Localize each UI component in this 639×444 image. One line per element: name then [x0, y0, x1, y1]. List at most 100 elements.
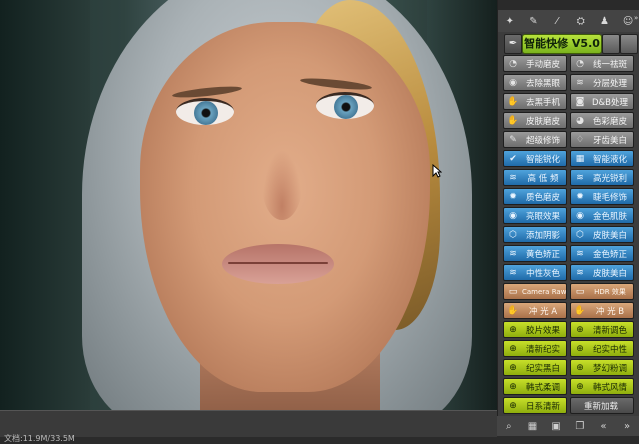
function-button[interactable]: ◔ 线一祛斑	[570, 55, 634, 72]
hand-icon: ✋	[507, 96, 519, 107]
sphere-icon-2[interactable]	[620, 34, 638, 54]
function-button[interactable]: ✹ 睫毛修饰	[570, 188, 634, 205]
eye-icon: ◉	[509, 77, 517, 88]
function-button[interactable]: ⊕ 纪实中性	[570, 340, 634, 357]
globe-icon: ⊕	[509, 381, 517, 392]
layers-icon: ≋	[509, 172, 517, 183]
function-button[interactable]: ✋ 去黑手机	[503, 93, 567, 110]
function-button[interactable]: ✹ 质色磨皮	[503, 188, 567, 205]
copy-icon[interactable]: ❐	[573, 421, 587, 432]
nose	[262, 150, 302, 220]
panel-toolbar: ✦ ✎ ⁄ ⛭ ♟ ☺	[498, 10, 639, 32]
button-label: 冲 光 A	[528, 306, 558, 317]
function-button[interactable]: ◙ D&B处理	[570, 93, 634, 110]
button-row: ≋ 中性灰色 ≋ 皮肤美白	[503, 264, 635, 282]
button-label: 去黑手机	[525, 97, 560, 108]
button-row: ⬡ 添加阴影 ⬡ 皮肤美白	[503, 226, 635, 244]
function-button[interactable]: ▭ HDR 效果	[570, 283, 634, 300]
layers-icon: ≋	[576, 248, 584, 259]
button-row: ≋ 黄色矫正 ≋ 金色矫正	[503, 245, 635, 263]
button-label: 高光锐利	[592, 173, 627, 184]
plugin-panel: ✦ ✎ ⁄ ⛭ ♟ ☺ » ✒ 智能快修 V5.0 ◔ 手动磨皮 ◔ 线一祛斑 ◉ 去除黑…	[497, 0, 639, 436]
mouse-cursor-icon	[432, 164, 442, 178]
title-button[interactable]: 智能快修 V5.0	[522, 34, 602, 54]
function-button[interactable]: ◉ 金色肌肤	[570, 207, 634, 224]
button-row: ⊕ 胶片效果 ⊕ 清新调色	[503, 321, 635, 339]
button-label: 分层处理	[592, 78, 627, 89]
function-button[interactable]: ✋ 冲 光 A	[503, 302, 567, 319]
stamp-icon[interactable]: ⛭	[574, 15, 587, 28]
person-icon[interactable]: ☺	[622, 15, 635, 28]
image-canvas[interactable]	[0, 0, 497, 410]
function-button[interactable]: ♢ 牙齿美白	[570, 131, 634, 148]
function-button[interactable]: ⬡ 皮肤美白	[570, 226, 634, 243]
globe-icon: ⊕	[509, 362, 517, 373]
function-button[interactable]: ✔ 智能锐化	[503, 150, 567, 167]
pencil-icon[interactable]: ✎	[527, 15, 540, 28]
function-button[interactable]: ≋ 分层处理	[570, 74, 634, 91]
user-icon[interactable]: ♟	[598, 15, 611, 28]
function-button[interactable]: ◉ 去除黑眼	[503, 74, 567, 91]
wand-icon[interactable]: ✦	[503, 15, 516, 28]
layers-icon: ≋	[576, 77, 584, 88]
button-label: 日系清新	[525, 401, 560, 412]
button-label: 睫毛修饰	[592, 192, 627, 203]
function-grid: ◔ 手动磨皮 ◔ 线一祛斑 ◉ 去除黑眼 ≋ 分层处理 ✋ 去黑手机 ◙ D&B处理 ✋ 皮肤磨皮 ◕ 色彩磨…	[503, 55, 635, 416]
globe-icon: ⊕	[509, 343, 517, 354]
panel-bottom-bar: ⌕ ▦ ▣ ❐ « »	[497, 416, 639, 436]
function-button[interactable]: ≋ 金色矫正	[570, 245, 634, 262]
function-button[interactable]: ⊕ 韩式风情	[570, 378, 634, 395]
function-button[interactable]: ⊕ 纪实黑白	[503, 359, 567, 376]
function-button[interactable]: ◉ 亮眼效果	[503, 207, 567, 224]
collapse-icon[interactable]: »	[634, 14, 639, 24]
grid-icon[interactable]: ▣	[549, 421, 563, 432]
button-row: ⊕ 韩式柔调 ⊕ 韩式风情	[503, 378, 635, 396]
feather-icon[interactable]: ✒	[504, 34, 522, 54]
gear-icon: ✹	[576, 191, 584, 202]
button-row: ≋ 高 低 频 ≋ 高光锐利	[503, 169, 635, 187]
function-button[interactable]: ▦ 智能液化	[570, 150, 634, 167]
globe-icon: ⊕	[576, 381, 584, 392]
function-button[interactable]: ✋ 冲 光 B	[570, 302, 634, 319]
shield-icon: ⬡	[509, 229, 517, 240]
function-button[interactable]: ⊕ 日系清新	[503, 397, 567, 414]
square-icon[interactable]: ▦	[525, 421, 539, 432]
button-label: 韩式柔调	[525, 382, 560, 393]
button-label: 智能液化	[592, 154, 627, 165]
eye-icon: ◉	[576, 210, 584, 221]
function-button[interactable]: ⬡ 添加阴影	[503, 226, 567, 243]
status-bar: 文档:11.9M/33.5M	[0, 410, 497, 443]
brush-icon[interactable]: ⁄	[551, 15, 564, 28]
chevron-left-icon[interactable]: «	[596, 421, 610, 432]
camera-icon: ◙	[575, 96, 585, 107]
button-row: ✋ 去黑手机 ◙ D&B处理	[503, 93, 635, 111]
button-row: ▭ Camera Raw ▭ HDR 效果	[503, 283, 635, 301]
function-button[interactable]: ◕ 色彩磨皮	[570, 112, 634, 129]
gear-icon: ✹	[509, 191, 517, 202]
function-button[interactable]: ⊕ 韩式柔调	[503, 378, 567, 395]
button-row: ✋ 皮肤磨皮 ◕ 色彩磨皮	[503, 112, 635, 130]
search-icon[interactable]: ⌕	[502, 421, 516, 432]
right-eye	[316, 92, 374, 119]
function-button[interactable]: ⊕ 胶片效果	[503, 321, 567, 338]
function-button[interactable]: ⊕ 清新纪实	[503, 340, 567, 357]
chevron-right-icon[interactable]: »	[620, 421, 634, 432]
function-button[interactable]: ≋ 高光锐利	[570, 169, 634, 186]
sphere-icon[interactable]	[602, 34, 620, 54]
function-button[interactable]: ✋ 皮肤磨皮	[503, 112, 567, 129]
function-button[interactable]: ◔ 手动磨皮	[503, 55, 567, 72]
function-button[interactable]: ✎ 超级修饰	[503, 131, 567, 148]
function-button[interactable]: ≋ 中性灰色	[503, 264, 567, 281]
globe-icon: ⊕	[576, 343, 584, 354]
lip-line	[228, 262, 328, 264]
function-button[interactable]: ⊕ 梦幻粉调	[570, 359, 634, 376]
button-label: 中性灰色	[525, 268, 560, 279]
button-label: 添加阴影	[525, 230, 560, 241]
function-button[interactable]: 重新加载	[570, 397, 634, 414]
function-button[interactable]: ≋ 黄色矫正	[503, 245, 567, 262]
function-button[interactable]: ≋ 皮肤美白	[570, 264, 634, 281]
function-button[interactable]: ≋ 高 低 频	[503, 169, 567, 186]
function-button[interactable]: ▭ Camera Raw	[503, 283, 567, 300]
layers-icon: ≋	[576, 172, 584, 183]
function-button[interactable]: ⊕ 清新调色	[570, 321, 634, 338]
